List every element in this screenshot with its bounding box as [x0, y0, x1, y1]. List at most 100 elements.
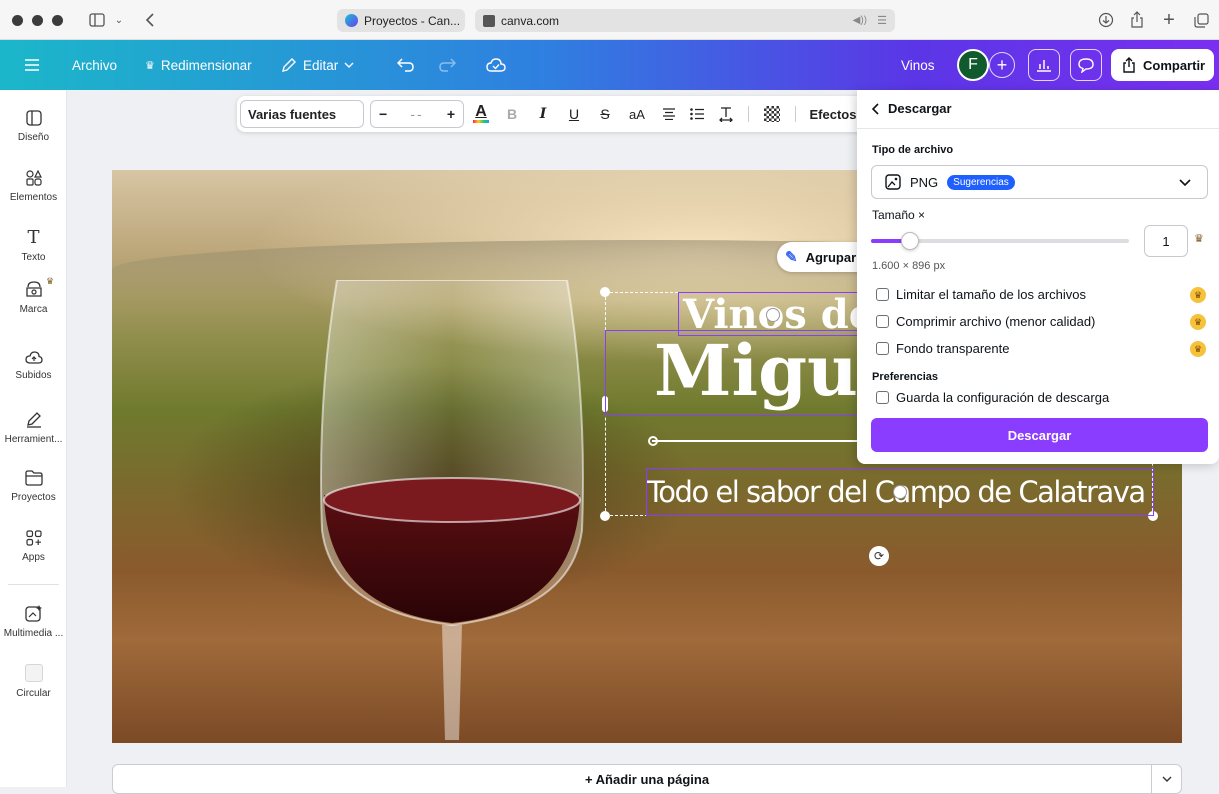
group-button[interactable]: ✎ Agrupar — [777, 242, 862, 272]
avatar[interactable]: F — [957, 40, 989, 90]
share-browser-icon[interactable] — [1128, 10, 1146, 30]
comments-button[interactable] — [1070, 40, 1102, 90]
sidebar-item-elementos[interactable]: Elementos — [0, 170, 67, 203]
chevron-down-icon — [1179, 178, 1191, 186]
sidebar-item-multimedia[interactable]: Multimedia ... — [0, 604, 67, 639]
close-window-icon[interactable] — [12, 15, 23, 26]
pro-crown-icon: ♛ — [1190, 287, 1206, 303]
sidebar-item-texto[interactable]: T Texto — [0, 227, 67, 264]
analytics-button[interactable] — [1028, 40, 1060, 90]
minimize-window-icon[interactable] — [32, 15, 43, 26]
sidebar-item-label: Multimedia ... — [3, 628, 64, 639]
increase-size-icon[interactable]: + — [447, 106, 455, 122]
move-handle-icon[interactable] — [893, 485, 907, 499]
font-size-control: − -- + — [370, 100, 464, 128]
list-icon[interactable] — [686, 96, 708, 132]
media-icon — [24, 605, 42, 622]
share-button[interactable]: Compartir — [1111, 49, 1214, 81]
design-name[interactable]: Vinos — [901, 40, 935, 90]
limit-size-label: Limitar el tamaño de los archivos — [896, 287, 1087, 302]
sidebar-item-diseno[interactable]: Diseño — [0, 110, 67, 143]
group-button-label: Agrupar — [805, 249, 857, 265]
panel-header[interactable]: Descargar — [872, 101, 952, 116]
browser-tab-proyectos[interactable]: Proyectos - Can... — [337, 9, 465, 32]
magic-wand-icon: ✎ — [785, 249, 798, 266]
letter-case-icon[interactable]: aA — [625, 96, 649, 132]
reader-icon[interactable]: ☰ — [877, 14, 887, 27]
browser-chrome: ⌄ Proyectos - Can... canva.com ◀)) ☰ + — [0, 0, 1219, 40]
align-center-icon[interactable] — [659, 96, 679, 132]
strikethrough-icon[interactable]: S — [595, 96, 615, 132]
text-color-button[interactable]: A — [470, 96, 492, 132]
italic-icon[interactable]: I — [533, 96, 553, 132]
crown-icon: ♛ — [145, 59, 155, 72]
edit-mode-button[interactable]: Editar — [281, 40, 354, 90]
sidebar-item-subidos[interactable]: Subidos — [0, 350, 67, 381]
size-slider-thumb[interactable] — [900, 232, 919, 250]
font-family-dropdown[interactable]: Varias fuentes — [240, 100, 364, 128]
compress-checkbox[interactable] — [876, 315, 889, 328]
dimensions-text: 1.600 × 896 px — [872, 260, 946, 272]
save-settings-checkbox[interactable] — [876, 391, 889, 404]
zoom-window-icon[interactable] — [52, 15, 63, 26]
design-name-label: Vinos — [901, 57, 935, 73]
crown-icon: ♛ — [1194, 233, 1204, 245]
text-icon: T — [27, 227, 40, 248]
undo-icon — [397, 58, 414, 72]
toolbar-divider — [748, 106, 749, 122]
cloud-saved-icon[interactable] — [486, 40, 506, 90]
selection-handle[interactable] — [600, 511, 610, 521]
effects-button[interactable]: Efectos — [805, 96, 861, 132]
add-page-button[interactable]: + Añadir una página — [112, 764, 1182, 794]
selection-handle[interactable] — [600, 287, 610, 297]
limit-size-checkbox[interactable] — [876, 288, 889, 301]
add-people-button[interactable]: + — [989, 40, 1015, 90]
file-menu-button[interactable]: Archivo — [72, 40, 117, 90]
cloud-upload-icon — [24, 351, 43, 364]
rotate-icon[interactable]: ⟳ — [869, 546, 889, 566]
undo-button[interactable] — [397, 40, 415, 90]
sidebar-item-label: Diseño — [17, 132, 50, 143]
move-handle-icon[interactable] — [766, 308, 780, 322]
sidebar-item-herramientas[interactable]: Herramient... — [0, 410, 67, 445]
back-icon[interactable] — [142, 10, 158, 30]
size-slider[interactable] — [871, 232, 1129, 250]
chevron-down-icon[interactable]: ⌄ — [113, 12, 125, 28]
sidebar-item-label: Circular — [16, 688, 51, 699]
chart-icon — [1028, 49, 1060, 81]
menu-icon[interactable] — [24, 40, 40, 90]
address-bar[interactable]: canva.com ◀)) ☰ — [475, 9, 895, 32]
bold-icon[interactable]: B — [502, 96, 522, 132]
download-button[interactable]: Descargar — [871, 418, 1208, 452]
sidebar-item-apps[interactable]: Apps — [0, 530, 67, 563]
transparency-icon[interactable] — [761, 96, 783, 132]
chevron-down-icon[interactable] — [1151, 765, 1181, 793]
sidebar-item-proyectos[interactable]: Proyectos — [0, 470, 67, 503]
downloads-icon[interactable] — [1097, 11, 1115, 29]
spacing-icon[interactable] — [714, 96, 738, 132]
sidebar-item-label: Texto — [21, 252, 46, 263]
upload-icon — [1123, 57, 1135, 73]
decrease-size-icon[interactable]: − — [379, 106, 387, 122]
new-tab-icon[interactable]: + — [1160, 9, 1178, 31]
draw-icon — [26, 412, 41, 428]
audio-icon[interactable]: ◀)) — [853, 15, 867, 26]
download-button-label: Descargar — [1007, 427, 1072, 443]
site-icon — [483, 14, 495, 27]
file-type-select[interactable]: PNG Sugerencias — [871, 165, 1208, 199]
resize-button[interactable]: ♛ Redimensionar — [145, 40, 252, 90]
sidebar-toggle-icon[interactable] — [88, 11, 106, 29]
underline-icon[interactable]: U — [564, 96, 584, 132]
sidebar-item-circular[interactable]: Circular — [0, 664, 67, 699]
transparent-bg-checkbox[interactable] — [876, 342, 889, 355]
brand-icon — [25, 281, 42, 297]
sidebar-item-marca[interactable]: ♛ Marca — [0, 276, 67, 315]
title-line-2[interactable]: Migue — [605, 330, 865, 416]
redo-button[interactable] — [438, 40, 456, 90]
download-panel: Descargar Tipo de archivo PNG Sugerencia… — [857, 90, 1219, 464]
decorative-line[interactable] — [652, 440, 857, 442]
size-input[interactable]: 1 — [1144, 225, 1188, 257]
font-size-value[interactable]: -- — [410, 106, 423, 122]
line-endpoint — [648, 436, 658, 446]
tabs-overview-icon[interactable] — [1192, 11, 1210, 29]
